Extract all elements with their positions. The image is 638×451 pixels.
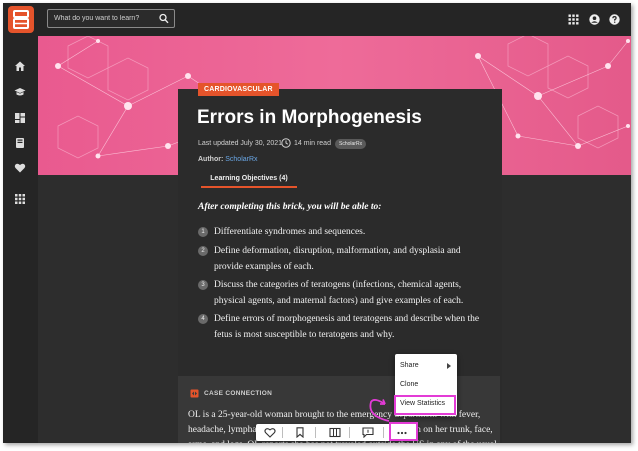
app-window: CARDIOVASCULAR Errors in Morphogenesis L… [3, 3, 631, 443]
menu-item-label: Share [400, 362, 419, 369]
view-statistics-highlight [394, 395, 456, 415]
flashcards-icon[interactable] [329, 427, 341, 438]
home-icon[interactable] [14, 60, 26, 72]
chevron-right-icon [447, 363, 451, 369]
heart-icon[interactable] [14, 162, 26, 174]
author-link[interactable]: ScholarRx [225, 156, 257, 163]
toolbar-divider [282, 427, 283, 438]
main-content: CARDIOVASCULAR Errors in Morphogenesis L… [38, 36, 631, 443]
bookmark-icon[interactable] [294, 427, 306, 438]
top-bar [3, 3, 631, 36]
objective-number: 2 [198, 246, 208, 256]
objective-number: 1 [198, 227, 208, 237]
toolbar-divider [349, 427, 350, 438]
brainscape-logo-icon[interactable] [8, 6, 34, 33]
objective-text: Discuss the categories of teratogens (in… [214, 280, 464, 306]
objective-text: Differentiate syndromes and sequences. [214, 227, 366, 237]
toolbar-divider [315, 427, 316, 438]
menu-item-share[interactable]: Share [395, 357, 457, 375]
apps-icon[interactable] [14, 193, 26, 205]
heart-icon[interactable] [264, 427, 276, 438]
objective-number: 3 [198, 280, 208, 290]
graduation-cap-icon[interactable] [14, 86, 26, 98]
clock-icon [281, 138, 291, 148]
annotation-arrow-icon [369, 399, 390, 422]
objectives-lead: After completing this brick, you will be… [198, 202, 382, 212]
search-icon[interactable] [159, 13, 169, 24]
more-button-highlight [389, 422, 418, 441]
dashboard-icon[interactable] [14, 112, 26, 124]
case-icon [190, 389, 199, 398]
publisher-badge: ScholarRx [335, 139, 367, 149]
grid-icon[interactable] [568, 14, 579, 25]
account-icon[interactable] [589, 14, 600, 25]
objective-text: Define errors of morphogenesis and terat… [214, 314, 480, 340]
read-time: 14 min read [294, 140, 331, 147]
objective-number: 4 [198, 314, 208, 324]
last-updated: Last updated July 30, 2021 [198, 140, 283, 147]
case-connection-title: CASE CONNECTION [204, 390, 273, 397]
book-icon[interactable] [14, 137, 26, 149]
menu-item-clone[interactable]: Clone [395, 376, 457, 394]
search-box[interactable] [47, 9, 175, 28]
comment-icon[interactable] [362, 427, 374, 438]
objective-text: Define deformation, disruption, malforma… [214, 246, 461, 272]
menu-item-label: Clone [400, 381, 419, 388]
help-icon[interactable] [609, 14, 620, 25]
page-title: Errors in Morphogenesis [197, 107, 422, 128]
search-input[interactable] [54, 12, 154, 25]
author-label: Author: [198, 156, 224, 163]
sidebar [3, 36, 38, 443]
author-line: Author: ScholarRx [198, 156, 258, 163]
category-tag[interactable]: CARDIOVASCULAR [198, 83, 279, 96]
toolbar-divider [383, 427, 384, 438]
tab-learning-objectives[interactable]: Learning Objectives (4) [201, 170, 297, 188]
